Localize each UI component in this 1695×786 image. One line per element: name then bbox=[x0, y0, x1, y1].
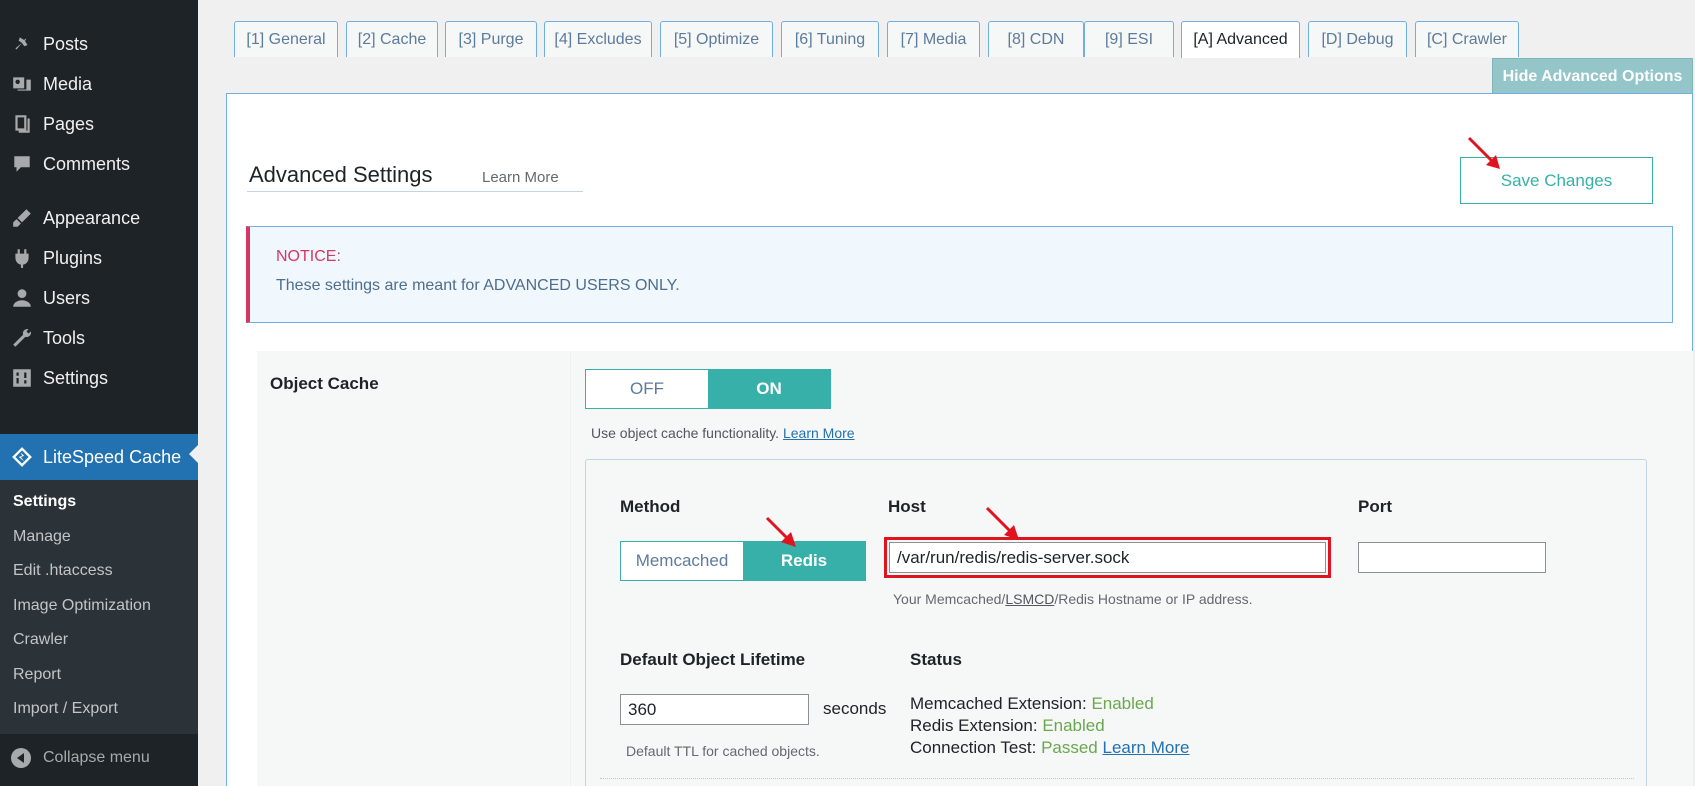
status-connection: Connection Test: Passed Learn More bbox=[910, 738, 1189, 758]
sidebar-item-label: Media bbox=[43, 73, 93, 94]
host-desc-text-2: /Redis Hostname or IP address. bbox=[1054, 591, 1253, 607]
method-memcached-option[interactable]: Memcached bbox=[621, 542, 743, 580]
tab-tuning[interactable]: [6] Tuning bbox=[781, 21, 879, 57]
sidebar-item-tools[interactable]: Tools bbox=[0, 318, 198, 358]
status-memcached-label: Memcached Extension: bbox=[910, 694, 1087, 713]
host-input[interactable] bbox=[889, 542, 1326, 573]
hide-advanced-options-button[interactable]: Hide Advanced Options bbox=[1492, 58, 1693, 95]
host-description: Your Memcached/LSMCD/Redis Hostname or I… bbox=[893, 591, 1253, 607]
plugin-icon bbox=[8, 246, 36, 270]
sidebar-item-posts[interactable]: Posts bbox=[0, 24, 198, 64]
sidebar-item-pages[interactable]: Pages bbox=[0, 104, 198, 144]
status-connection-value: Passed bbox=[1041, 738, 1098, 757]
sidebar-item-label: Posts bbox=[43, 33, 89, 54]
status-connection-label: Connection Test: bbox=[910, 738, 1037, 757]
lifetime-label: Default Object Lifetime bbox=[620, 650, 806, 669]
settings-icon bbox=[8, 366, 36, 390]
host-desc-text-1: Your Memcached/ bbox=[893, 591, 1006, 607]
method-toggle[interactable]: Memcached Redis bbox=[620, 541, 866, 581]
host-annotation-arrow-icon bbox=[985, 506, 1019, 540]
sidebar-item-comments[interactable]: Comments bbox=[0, 144, 198, 184]
litespeed-icon bbox=[8, 445, 36, 469]
sidebar-item-label: Plugins bbox=[43, 247, 103, 268]
tab-debug[interactable]: [D] Debug bbox=[1308, 21, 1407, 57]
status-label: Status bbox=[910, 650, 962, 669]
status-redis-value: Enabled bbox=[1042, 716, 1105, 735]
sidebar-item-label: Settings bbox=[43, 367, 109, 388]
object-cache-toggle[interactable]: OFF ON bbox=[585, 369, 831, 409]
status-redis: Redis Extension: Enabled bbox=[910, 716, 1105, 736]
submenu-settings[interactable]: Settings bbox=[13, 493, 76, 511]
lifetime-description: Default TTL for cached objects. bbox=[626, 743, 820, 759]
sidebar-item-label: Comments bbox=[43, 153, 131, 174]
object-cache-learn-more-link[interactable]: Learn More bbox=[783, 425, 855, 441]
host-label: Host bbox=[888, 497, 926, 516]
submenu-import-export[interactable]: Import / Export bbox=[13, 700, 118, 718]
tab-advanced[interactable]: [A] Advanced bbox=[1181, 21, 1300, 58]
tab-crawler[interactable]: [C] Crawler bbox=[1415, 21, 1519, 57]
tab-media[interactable]: [7] Media bbox=[887, 21, 980, 57]
tab-purge[interactable]: [3] Purge bbox=[445, 21, 537, 57]
port-input[interactable] bbox=[1358, 542, 1546, 573]
brush-icon bbox=[8, 206, 36, 230]
tab-esi[interactable]: [9] ESI bbox=[1084, 21, 1174, 57]
submenu-edit-htaccess[interactable]: Edit .htaccess bbox=[13, 562, 113, 580]
sidebar-item-label: Appearance bbox=[43, 207, 141, 228]
status-learn-more-link[interactable]: Learn More bbox=[1103, 738, 1190, 757]
collapse-menu-label: Collapse menu bbox=[43, 749, 150, 766]
sidebar-item-label: Users bbox=[43, 287, 91, 308]
page-title: Advanced Settings bbox=[249, 162, 433, 187]
sidebar-item-users[interactable]: Users bbox=[0, 278, 198, 318]
tab-cdn[interactable]: [8] CDN bbox=[988, 21, 1084, 57]
collapse-menu-button[interactable]: Collapse menu bbox=[0, 740, 198, 776]
port-label: Port bbox=[1358, 497, 1392, 516]
wrench-icon bbox=[8, 326, 36, 350]
method-label: Method bbox=[620, 497, 681, 516]
comment-icon bbox=[8, 152, 36, 176]
object-cache-options-box bbox=[585, 459, 1647, 786]
lsmcd-link[interactable]: LSMCD bbox=[1005, 591, 1054, 607]
lifetime-input[interactable] bbox=[620, 694, 809, 725]
tab-cache[interactable]: [2] Cache bbox=[346, 21, 438, 57]
sidebar-item-label: Tools bbox=[43, 327, 86, 348]
status-memcached-value: Enabled bbox=[1091, 694, 1154, 713]
media-icon bbox=[8, 72, 36, 96]
status-redis-label: Redis Extension: bbox=[910, 716, 1038, 735]
tab-optimize[interactable]: [5] Optimize bbox=[660, 21, 773, 57]
collapse-arrow-icon bbox=[11, 748, 31, 768]
sidebar-item-litespeed-cache[interactable]: LiteSpeed Cache bbox=[0, 434, 198, 480]
sidebar-item-label: LiteSpeed Cache bbox=[43, 446, 182, 467]
submenu-report[interactable]: Report bbox=[13, 666, 61, 684]
submenu-image-optimization[interactable]: Image Optimization bbox=[13, 597, 151, 615]
notice-title: NOTICE: bbox=[276, 248, 341, 265]
lifetime-unit: seconds bbox=[823, 699, 887, 718]
sidebar-item-settings[interactable]: Settings bbox=[0, 358, 198, 398]
submenu-crawler[interactable]: Crawler bbox=[13, 631, 68, 649]
object-cache-description: Use object cache functionality. Learn Mo… bbox=[591, 425, 855, 441]
object-cache-on-option[interactable]: ON bbox=[708, 370, 830, 408]
admin-sidebar: Posts Media Pages Comments Appearance Pl… bbox=[0, 0, 198, 786]
save-annotation-arrow-icon bbox=[1467, 136, 1500, 169]
title-learn-more-link[interactable]: Learn More bbox=[482, 169, 559, 186]
notice-text: These settings are meant for ADVANCED US… bbox=[276, 277, 680, 294]
object-cache-description-text: Use object cache functionality. bbox=[591, 425, 780, 441]
tab-excludes[interactable]: [4] Excludes bbox=[544, 21, 652, 57]
method-redis-option[interactable]: Redis bbox=[743, 542, 865, 580]
sidebar-item-media[interactable]: Media bbox=[0, 64, 198, 104]
redis-annotation-arrow-icon bbox=[765, 516, 796, 547]
section-divider bbox=[600, 778, 1634, 779]
object-cache-off-option[interactable]: OFF bbox=[586, 370, 708, 408]
tab-general[interactable]: [1] General bbox=[234, 21, 338, 57]
pages-icon bbox=[8, 112, 36, 136]
sidebar-item-plugins[interactable]: Plugins bbox=[0, 238, 198, 278]
submenu-manage[interactable]: Manage bbox=[13, 528, 71, 546]
sidebar-item-appearance[interactable]: Appearance bbox=[0, 198, 198, 238]
status-memcached: Memcached Extension: Enabled bbox=[910, 694, 1154, 714]
pin-icon bbox=[8, 32, 36, 56]
sidebar-item-label: Pages bbox=[43, 113, 95, 134]
title-underline bbox=[247, 191, 583, 192]
object-cache-label: Object Cache bbox=[270, 374, 379, 393]
notice-box bbox=[246, 226, 1673, 323]
user-icon bbox=[8, 286, 36, 310]
